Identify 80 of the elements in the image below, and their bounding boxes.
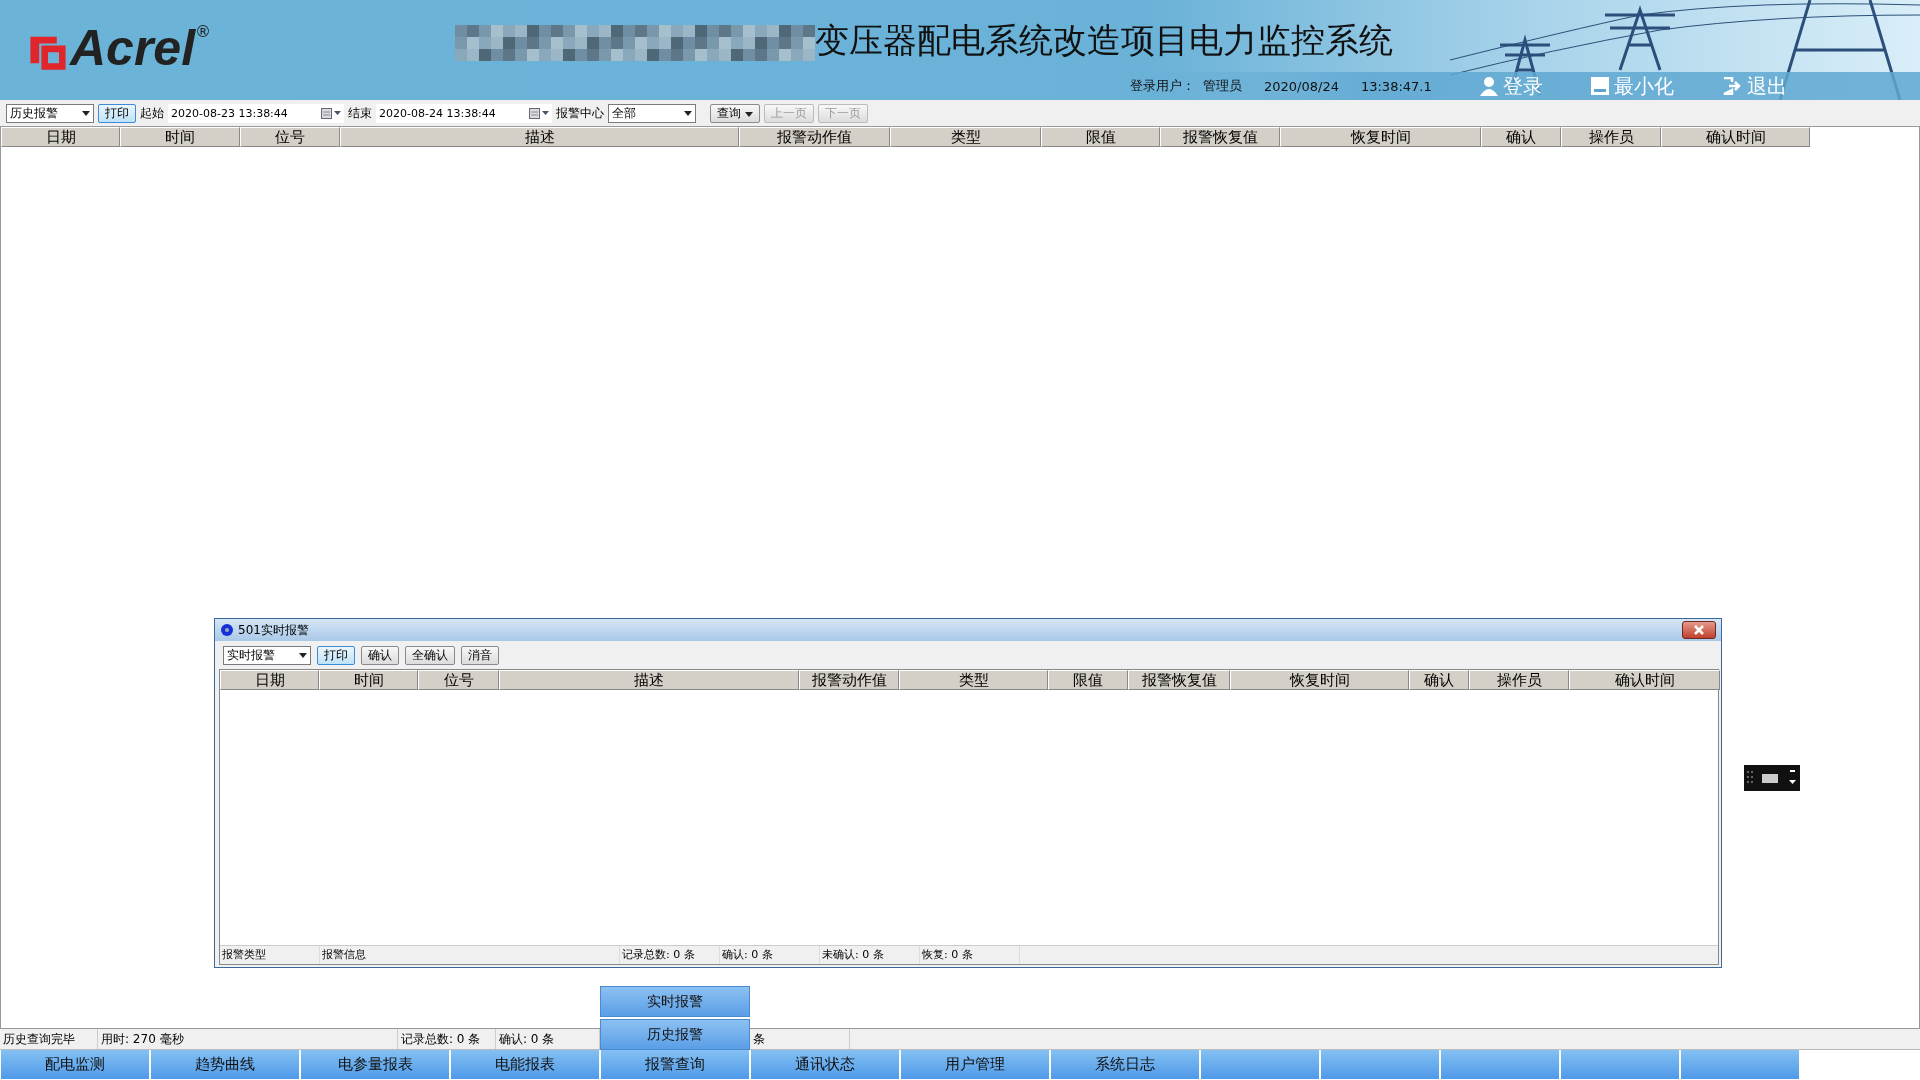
close-button[interactable] bbox=[1682, 621, 1716, 639]
start-label: 起始 bbox=[140, 104, 164, 122]
end-date-field[interactable]: 2020-08-24 13:38:44 bbox=[376, 103, 552, 123]
column-header[interactable]: 恢复时间 bbox=[1230, 670, 1409, 690]
toolbar-button[interactable]: 全确认 bbox=[405, 645, 455, 665]
user-label: 登录用户： bbox=[1130, 77, 1195, 95]
column-header[interactable]: 恢复时间 bbox=[1280, 127, 1481, 147]
status-text: 确认: 0 条 bbox=[720, 946, 820, 964]
status-text: 报警信息 bbox=[320, 946, 620, 964]
print-button[interactable]: 打印 bbox=[98, 103, 136, 123]
alarm-type-select[interactable]: 实时报警 bbox=[223, 645, 311, 665]
caret-icon bbox=[684, 110, 692, 116]
column-header[interactable]: 类型 bbox=[899, 670, 1048, 690]
status-text: 确认: 0 条 bbox=[496, 1029, 600, 1049]
column-header[interactable]: 位号 bbox=[418, 670, 499, 690]
keyboard-widget-icon[interactable] bbox=[1744, 765, 1800, 791]
column-header[interactable]: 确认时间 bbox=[1661, 127, 1810, 147]
toolbar-button[interactable]: 消音 bbox=[461, 645, 499, 665]
column-header[interactable]: 报警恢复值 bbox=[1128, 670, 1230, 690]
logo-text: Acrel bbox=[70, 22, 196, 74]
column-header[interactable]: 确认 bbox=[1409, 670, 1469, 690]
app-title: 变压器配电系统改造项目电力监控系统 bbox=[815, 19, 1393, 62]
column-header[interactable]: 报警动作值 bbox=[799, 670, 899, 690]
alarm-type-select[interactable]: 历史报警 bbox=[6, 103, 94, 123]
toolbar-button[interactable]: 打印 bbox=[317, 645, 355, 665]
status-text: 报警类型 bbox=[220, 946, 320, 964]
person-icon bbox=[1479, 76, 1498, 96]
status-text: 记录总数: 0 条 bbox=[398, 1029, 496, 1049]
column-header[interactable]: 报警恢复值 bbox=[1160, 127, 1280, 147]
column-header[interactable]: 描述 bbox=[340, 127, 739, 147]
status-text: 条 bbox=[750, 1029, 850, 1049]
start-date-field[interactable]: 2020-08-23 13:38:44 bbox=[168, 103, 344, 123]
column-header[interactable]: 操作员 bbox=[1469, 670, 1569, 690]
caret-icon bbox=[744, 111, 753, 117]
status-text: 历史查询完毕 bbox=[0, 1029, 98, 1049]
alarm-center-select[interactable]: 全部 bbox=[608, 103, 696, 123]
caret-icon bbox=[299, 652, 307, 658]
column-header[interactable]: 类型 bbox=[890, 127, 1041, 147]
column-header[interactable]: 时间 bbox=[319, 670, 418, 690]
column-header[interactable]: 限值 bbox=[1048, 670, 1128, 690]
query-button[interactable]: 查询 bbox=[710, 103, 760, 123]
calendar-icon bbox=[321, 107, 341, 119]
column-header[interactable]: 限值 bbox=[1041, 127, 1160, 147]
column-header[interactable]: 日期 bbox=[1, 127, 120, 147]
column-header[interactable]: 时间 bbox=[120, 127, 240, 147]
column-header[interactable]: 确认时间 bbox=[1569, 670, 1720, 690]
alarm-center-label: 报警中心 bbox=[556, 104, 604, 122]
nav-tab[interactable]: 报警查询 bbox=[600, 1050, 750, 1080]
column-header[interactable]: 确认 bbox=[1481, 127, 1561, 147]
alarm-icon bbox=[220, 623, 234, 637]
nav-tab[interactable]: 通讯状态 bbox=[750, 1050, 900, 1080]
column-header[interactable]: 操作员 bbox=[1561, 127, 1661, 147]
nav-tab[interactable]: 系统日志 bbox=[1050, 1050, 1200, 1080]
column-header[interactable]: 日期 bbox=[220, 670, 319, 690]
nav-tab[interactable]: 用户管理 bbox=[900, 1050, 1050, 1080]
window-title: 501实时报警 bbox=[238, 621, 310, 639]
status-text: 用时: 270 毫秒 bbox=[98, 1029, 398, 1049]
status-text: 未确认: 0 条 bbox=[820, 946, 920, 964]
minimize-icon bbox=[1590, 77, 1609, 95]
nav-tab[interactable]: 配电监测 bbox=[0, 1050, 150, 1080]
nav-tab[interactable]: 电能报表 bbox=[450, 1050, 600, 1080]
menu-button[interactable]: 实时报警 bbox=[600, 986, 750, 1017]
toolbar-button[interactable]: 确认 bbox=[361, 645, 399, 665]
status-text: 恢复: 0 条 bbox=[920, 946, 1020, 964]
column-header[interactable]: 描述 bbox=[499, 670, 799, 690]
current-date: 2020/08/24 bbox=[1264, 78, 1339, 94]
calendar-icon bbox=[529, 107, 549, 119]
column-header[interactable]: 报警动作值 bbox=[739, 127, 890, 147]
status-text: 记录总数: 0 条 bbox=[620, 946, 720, 964]
exit-icon bbox=[1721, 77, 1742, 95]
close-icon bbox=[1693, 625, 1705, 635]
registered-mark: ® bbox=[195, 22, 212, 41]
nav-tab[interactable]: 电参量报表 bbox=[300, 1050, 450, 1080]
menu-button[interactable]: 历史报警 bbox=[600, 1019, 750, 1050]
nav-tab[interactable]: 趋势曲线 bbox=[150, 1050, 300, 1080]
column-header[interactable]: 位号 bbox=[240, 127, 340, 147]
user-name: 管理员 bbox=[1203, 77, 1242, 95]
current-time: 13:38:47.1 bbox=[1360, 78, 1432, 94]
end-label: 结束 bbox=[348, 104, 372, 122]
caret-icon bbox=[82, 110, 90, 116]
